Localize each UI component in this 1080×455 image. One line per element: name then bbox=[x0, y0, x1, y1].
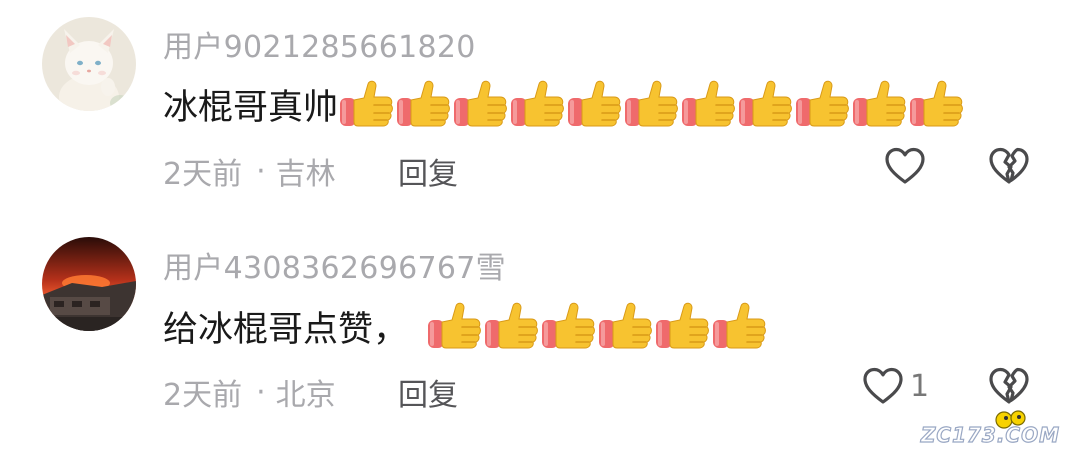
broken-heart-outline-icon bbox=[989, 147, 1029, 184]
comment-text: 给冰棍哥点赞， bbox=[163, 298, 768, 354]
comment-item: 用户4308362696767雪 给冰棍哥点赞， 2天前 · 北京 回复 1 bbox=[0, 225, 1080, 455]
comment-time: 2天前 bbox=[163, 157, 243, 192]
comment-item: 用户9021285661820 冰棍哥真帅 2天前 · 吉林 回复 bbox=[0, 0, 1080, 225]
thumbs-up-emoji bbox=[851, 78, 907, 130]
thumbs-up-emoji-row bbox=[338, 78, 965, 130]
comment-text-content: 给冰棍哥点赞， bbox=[163, 309, 409, 350]
thumbs-up-emoji bbox=[680, 78, 736, 130]
thumbs-up-emoji bbox=[908, 78, 964, 130]
thumbs-up-emoji bbox=[452, 78, 508, 130]
heart-outline-icon bbox=[885, 147, 925, 184]
thumbs-up-emoji bbox=[737, 78, 793, 130]
username[interactable]: 用户9021285661820 bbox=[163, 22, 476, 66]
comment-meta: 2天前 · 北京 bbox=[163, 370, 336, 414]
thumbs-up-emoji bbox=[395, 78, 451, 130]
comment-time: 2天前 bbox=[163, 378, 243, 413]
thumbs-up-emoji bbox=[597, 300, 653, 352]
thumbs-up-emoji bbox=[711, 300, 767, 352]
reply-button[interactable]: 回复 bbox=[398, 149, 458, 193]
avatar[interactable] bbox=[42, 237, 136, 331]
thumbs-up-emoji bbox=[566, 78, 622, 130]
thumbs-up-emoji bbox=[540, 300, 596, 352]
comment-text-content: 冰棍哥真帅 bbox=[163, 87, 339, 128]
comment-text: 冰棍哥真帅 bbox=[163, 76, 965, 132]
thumbs-up-emoji bbox=[794, 78, 850, 130]
heart-outline-icon bbox=[863, 367, 903, 404]
avatar[interactable] bbox=[42, 17, 136, 111]
thumbs-up-emoji bbox=[338, 78, 394, 130]
like-count: 1 bbox=[910, 368, 930, 404]
dislike-button[interactable] bbox=[988, 366, 1030, 406]
username[interactable]: 用户4308362696767雪 bbox=[163, 243, 506, 287]
thumbs-up-emoji bbox=[483, 300, 539, 352]
thumbs-up-emoji bbox=[509, 78, 565, 130]
watermark: ZC173.COM bbox=[920, 422, 1060, 447]
separator-dot: · bbox=[256, 374, 266, 410]
reply-button[interactable]: 回复 bbox=[398, 370, 458, 414]
broken-heart-outline-icon bbox=[989, 367, 1029, 404]
comment-location: 吉林 bbox=[275, 157, 336, 192]
thumbs-up-emoji-row bbox=[426, 300, 768, 352]
comment-meta: 2天前 · 吉林 bbox=[163, 149, 336, 193]
like-button[interactable]: 1 bbox=[862, 366, 929, 406]
dislike-button[interactable] bbox=[988, 146, 1030, 186]
like-button[interactable] bbox=[884, 146, 932, 186]
separator-dot: · bbox=[256, 153, 266, 189]
comment-location: 北京 bbox=[275, 378, 336, 413]
thumbs-up-emoji bbox=[426, 300, 482, 352]
thumbs-up-emoji bbox=[623, 78, 679, 130]
thumbs-up-emoji bbox=[654, 300, 710, 352]
